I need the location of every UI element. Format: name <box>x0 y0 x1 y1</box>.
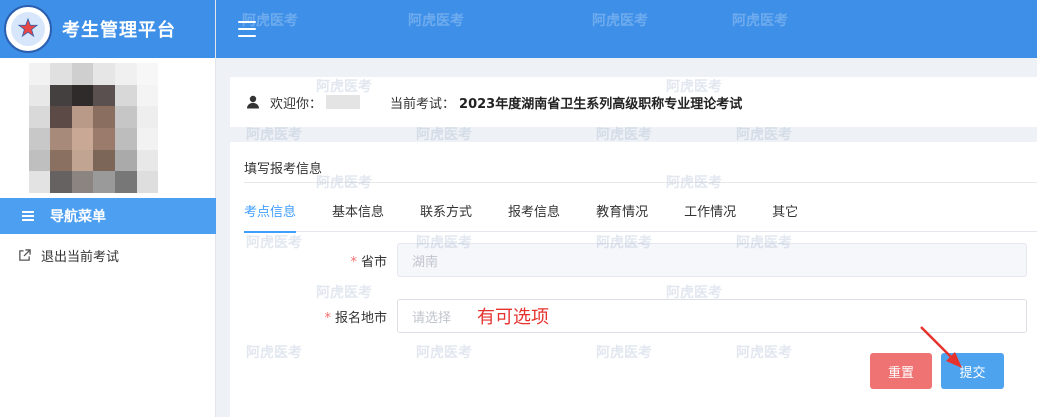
city-select-placeholder: 请选择 <box>412 310 452 326</box>
user-name-redacted <box>326 95 361 109</box>
external-link-icon <box>19 249 31 261</box>
watermark: 阿虎医考 <box>246 127 302 143</box>
tab-registration-info[interactable]: 报考信息 <box>508 196 560 232</box>
hamburger-menu-icon[interactable] <box>238 21 256 37</box>
province-label: 省市 <box>360 254 387 270</box>
tab-other[interactable]: 其它 <box>772 196 798 232</box>
app-title: 考生管理平台 <box>62 20 176 41</box>
sidebar-item-exit-exam[interactable]: 退出当前考试 <box>18 246 119 265</box>
sidebar-item-label: 退出当前考试 <box>41 250 120 265</box>
watermark: 阿虎医考 <box>408 13 464 29</box>
brand-bar: 考生管理平台 <box>0 0 215 58</box>
watermark: 阿虎医考 <box>596 127 652 143</box>
watermark: 阿虎医考 <box>596 345 652 361</box>
greeting-label: 欢迎你： <box>270 96 323 112</box>
city-label: 报名地市 <box>334 310 387 326</box>
logo <box>4 5 52 53</box>
watermark: 阿虎医考 <box>736 127 792 143</box>
user-icon <box>247 95 259 109</box>
welcome-card: 欢迎你： 当前考试： 2023年度湖南省卫生系列高级职称专业理论考试 <box>230 77 1037 127</box>
menu-icon <box>22 211 34 221</box>
logo-star-icon <box>17 17 39 38</box>
annotation-text: 有可选项 <box>477 307 550 328</box>
top-bar: 阿虎医考 阿虎医考 阿虎医考 阿虎医考 <box>216 0 1037 58</box>
tab-exam-site[interactable]: 考点信息 <box>244 196 297 233</box>
tab-work[interactable]: 工作情况 <box>684 196 736 232</box>
province-row: * 省市 湖南 <box>230 243 1037 277</box>
city-select[interactable]: 请选择 有可选项 <box>397 299 1027 333</box>
nav-menu-label: 导航菜单 <box>50 209 106 225</box>
sidebar: 考生管理平台 导航菜单 退出当前考试 <box>0 0 216 417</box>
reset-button[interactable]: 重置 <box>870 353 932 389</box>
watermark: 阿虎医考 <box>736 345 792 361</box>
watermark: 阿虎医考 <box>246 345 302 361</box>
province-field: 湖南 <box>397 243 1027 277</box>
nav-menu-header[interactable]: 导航菜单 <box>0 198 216 234</box>
watermark: 阿虎医考 <box>592 13 648 29</box>
watermark: 阿虎医考 <box>732 13 788 29</box>
required-mark: * <box>324 310 331 326</box>
avatar <box>28 63 159 193</box>
required-mark: * <box>350 254 357 270</box>
divider <box>244 182 1037 183</box>
watermark: 阿虎医考 <box>416 345 472 361</box>
tab-basic-info[interactable]: 基本信息 <box>332 196 384 232</box>
current-exam-name: 2023年度湖南省卫生系列高级职称专业理论考试 <box>459 96 743 112</box>
watermark: 阿虎医考 <box>416 127 472 143</box>
submit-button[interactable]: 提交 <box>941 353 1004 389</box>
current-exam-label: 当前考试： <box>390 96 456 112</box>
form-title: 填写报考信息 <box>244 162 323 177</box>
tab-education[interactable]: 教育情况 <box>596 196 648 232</box>
city-row: * 报名地市 请选择 有可选项 <box>230 299 1037 333</box>
tab-contact[interactable]: 联系方式 <box>420 196 472 232</box>
form-tabs: 考点信息 基本信息 联系方式 报考信息 教育情况 工作情况 其它 <box>244 196 1037 233</box>
